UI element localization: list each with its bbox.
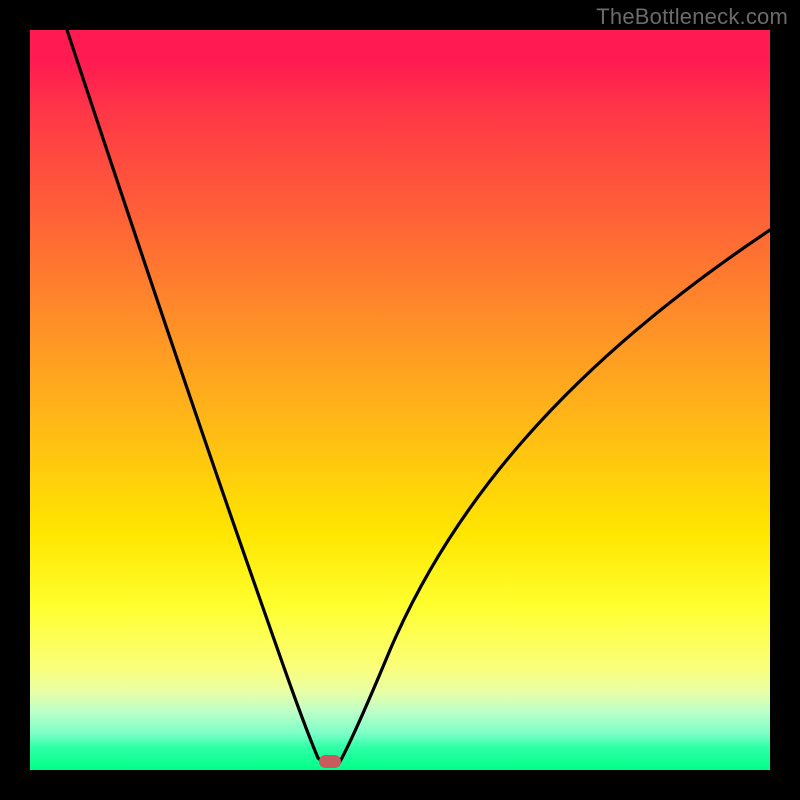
bottleneck-curve [30, 30, 770, 770]
curve-path [67, 30, 770, 765]
chart-frame: TheBottleneck.com [0, 0, 800, 800]
watermark-text: TheBottleneck.com [596, 4, 788, 30]
plot-area [30, 30, 770, 770]
optimal-marker [319, 755, 341, 768]
